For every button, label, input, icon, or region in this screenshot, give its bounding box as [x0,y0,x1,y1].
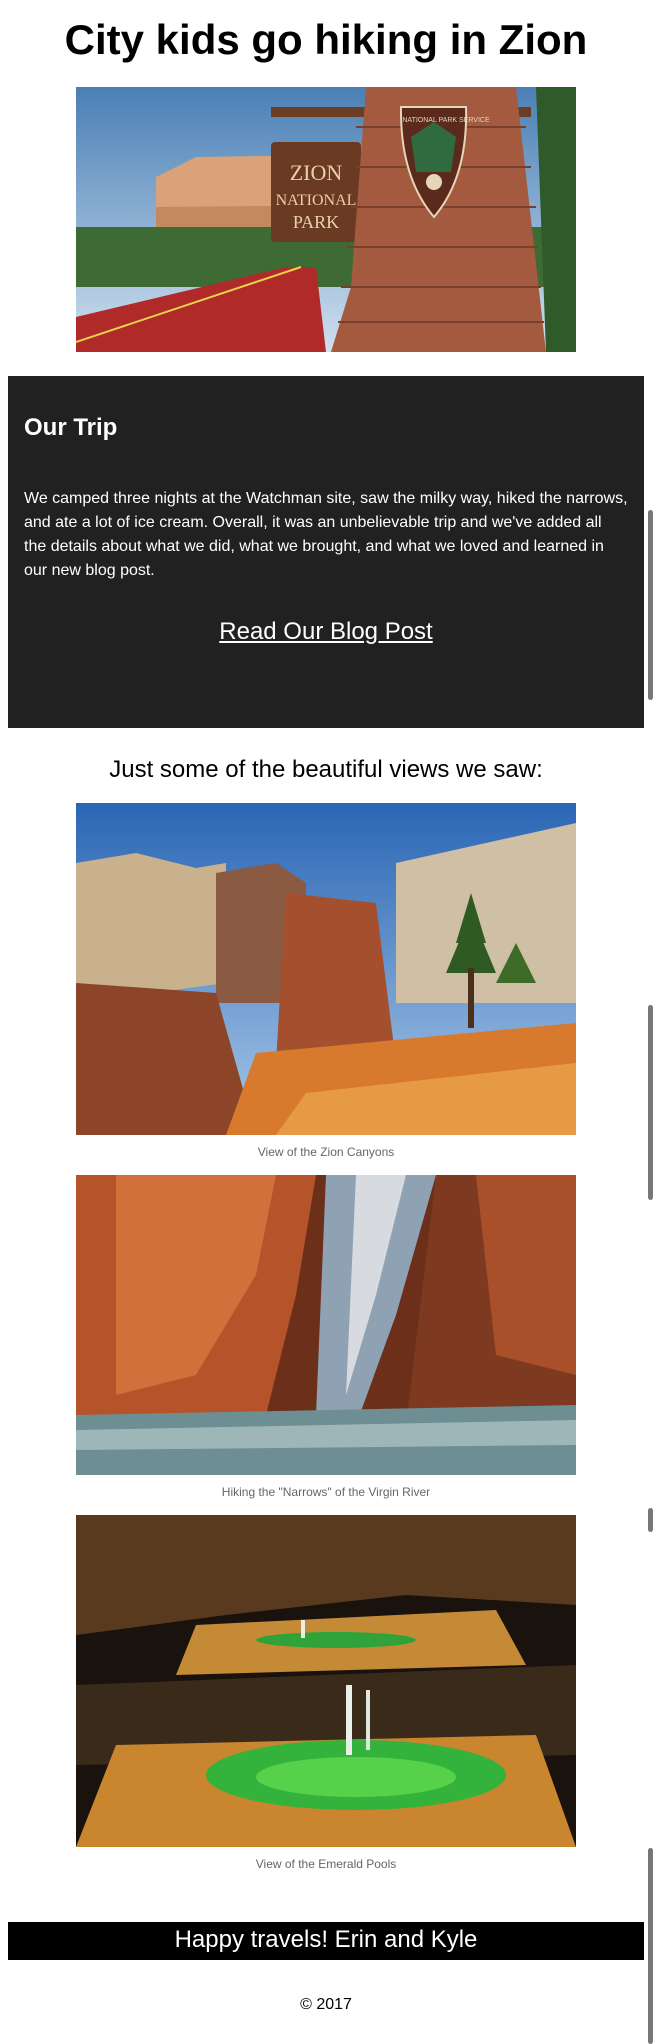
footer-signoff: Happy travels! Erin and Kyle [8,1922,644,1960]
scrollbar-thumb[interactable] [648,510,653,700]
read-blog-post-link[interactable]: Read Our Blog Post [24,618,628,646]
gallery-caption-narrows: Hiking the "Narrows" of the Virgin River [221,1485,431,1499]
narrows-image [76,1175,576,1475]
sign-text-3: PARK [293,212,339,232]
trip-heading: Our Trip [24,414,118,441]
trip-section: Our Trip We camped three nights at the W… [8,376,644,728]
sign-text-2: NATIONAL [276,192,357,209]
sign-text-1: ZION [290,160,343,185]
gallery-item-emerald-pools: View of the Emerald Pools [76,1515,576,1877]
zion-sign-illustration: ZION NATIONAL PARK NATIONAL PARK SERVICE [76,87,576,352]
page-title: City kids go hiking in Zion [64,16,588,63]
gallery-caption-canyons: View of the Zion Canyons [257,1145,395,1159]
gallery-caption-emerald-pools: View of the Emerald Pools [255,1857,397,1871]
hero-image-zion-sign: ZION NATIONAL PARK NATIONAL PARK SERVICE [76,87,576,352]
scrollbar-thumb[interactable] [648,1508,653,1532]
gallery-item-narrows: Hiking the "Narrows" of the Virgin River [76,1175,576,1505]
emerald-pools-image [76,1515,576,1847]
canyon-view-image [76,803,576,1135]
nps-badge-text: NATIONAL PARK SERVICE [402,117,490,124]
gallery-heading: Just some of the beautiful views we saw: [109,756,543,783]
gallery-item-canyons: View of the Zion Canyons [76,803,576,1165]
page: City kids go hiking in Zion ZION NATIONA… [0,0,652,2014]
scrollbar-thumb[interactable] [648,1005,653,1200]
trip-description: We camped three nights at the Watchman s… [24,490,628,579]
scrollbar-thumb[interactable] [648,1848,653,2044]
copyright: © 2017 [300,1996,352,2013]
